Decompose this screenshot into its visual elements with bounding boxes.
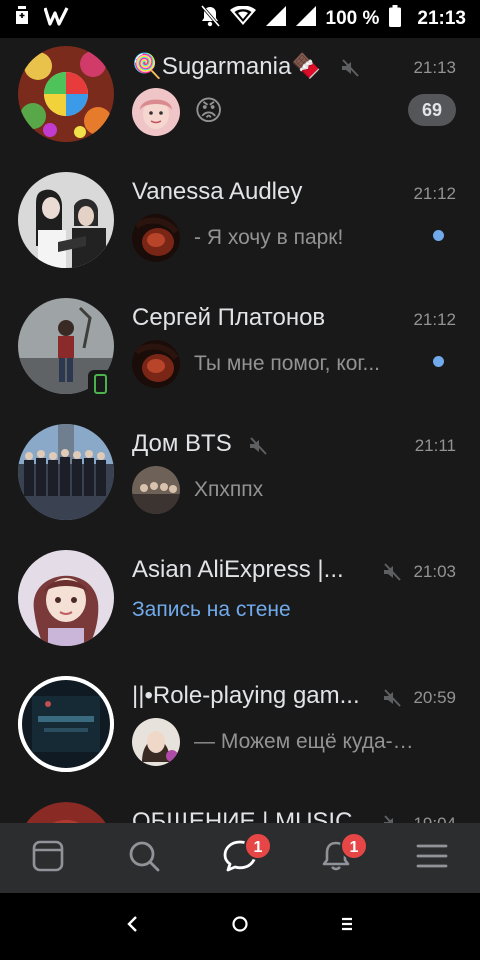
conversation-row[interactable]: Дом BTS 21:11 Хпхппх [0, 416, 480, 542]
conversation-time: 21:12 [413, 310, 456, 329]
recents-icon [340, 915, 354, 938]
conversation-row[interactable]: Asian AliExpress |... 21:03 Запись на ст… [0, 542, 480, 668]
unread-dot [433, 356, 444, 367]
roleplay-avatar [18, 676, 114, 772]
notifications-off-icon [200, 5, 220, 33]
home-button[interactable] [220, 907, 260, 947]
conversation-title: Дом BTS [132, 430, 232, 457]
w-app-icon [43, 6, 70, 32]
menu-tab[interactable] [402, 828, 462, 888]
wall-post-link[interactable]: Запись на стене [132, 598, 392, 622]
conversation-row[interactable]: 🍭Sugarmania🍫 21:13 😡 69 [0, 38, 480, 164]
conversation-time: 19:04 [413, 814, 456, 823]
message-preview: 😡 [194, 95, 224, 126]
back-icon [126, 915, 140, 938]
notifications-badge: 1 [340, 832, 368, 860]
conversation-title: Сергей Платонов [132, 304, 326, 331]
status-clock: 21:13 [417, 8, 466, 29]
sender-avatar [132, 718, 180, 766]
message-preview: Ты мне помог, ког... [194, 352, 381, 375]
status-bar: 100 % 21:13 [0, 0, 480, 38]
conversation-time: 21:03 [413, 562, 456, 581]
battery-percent: 100 % [325, 8, 380, 29]
conversation-time: 21:12 [413, 184, 456, 203]
drawn-girl-avatar [18, 550, 114, 646]
battery-saver-icon [14, 6, 30, 32]
muted-icon [382, 814, 402, 823]
recents-button[interactable] [327, 907, 367, 947]
conversation-title: ОБЩЕНИЕ | MUSIC [132, 808, 353, 823]
unread-counter: 69 [408, 94, 456, 126]
signal-icon [265, 6, 286, 32]
conversation-time: 20:59 [413, 688, 456, 707]
couple-avatar [18, 172, 114, 268]
conversation-row[interactable]: Сергей Платонов 21:12 Ты мне помог, ког.… [0, 290, 480, 416]
wifi-icon [229, 5, 256, 32]
news-tab[interactable] [18, 828, 78, 888]
conversation-row[interactable]: ||•Role-playing gam... 20:59 — Можем ещё… [0, 668, 480, 794]
conversation-list[interactable]: 🍭Sugarmania🍫 21:13 😡 69 Vanessa Audley 2… [0, 38, 480, 823]
search-tab[interactable] [114, 828, 174, 888]
message-preview: — Можем ещё куда-то... [194, 730, 414, 753]
bottom-tab-bar: 1 1 [0, 823, 480, 893]
candy-avatar [18, 46, 114, 142]
search-icon [127, 839, 161, 878]
conversation-title: Vanessa Audley [132, 178, 303, 205]
muted-icon [340, 58, 360, 78]
sender-avatar [132, 214, 180, 262]
message-preview: - Я хочу в парк! [194, 226, 344, 249]
muted-icon [382, 688, 402, 708]
message-preview: Хпхппх [194, 478, 264, 501]
sender-avatar [132, 466, 180, 514]
conversation-time: 21:11 [414, 436, 456, 455]
news-icon [31, 839, 65, 878]
muted-icon [248, 436, 268, 456]
conversation-time: 21:13 [413, 58, 456, 77]
back-button[interactable] [113, 907, 153, 947]
messages-badge: 1 [244, 832, 272, 860]
music-avatar [18, 802, 114, 823]
notifications-tab[interactable]: 1 [306, 828, 368, 888]
conversation-title: ||•Role-playing gam... [132, 682, 360, 709]
conversation-row[interactable]: Vanessa Audley 21:12 - Я хочу в парк! [0, 164, 480, 290]
battery-icon [389, 5, 402, 33]
muted-icon [382, 562, 402, 582]
system-navigation-bar [0, 893, 480, 960]
conversation-title: Asian AliExpress |... [132, 556, 344, 583]
sender-avatar [132, 340, 180, 388]
home-icon [231, 915, 249, 938]
signal-icon [295, 6, 316, 32]
mobile-online-icon [88, 370, 112, 398]
group-photo-avatar [18, 424, 114, 520]
conversation-row[interactable]: ОБЩЕНИЕ | MUSIC 19:04 [0, 794, 480, 823]
sender-avatar [132, 88, 180, 136]
messages-tab[interactable]: 1 [210, 828, 272, 888]
unread-dot [433, 230, 444, 241]
conversation-title: 🍭Sugarmania🍫 [132, 53, 322, 80]
menu-icon [415, 839, 449, 878]
